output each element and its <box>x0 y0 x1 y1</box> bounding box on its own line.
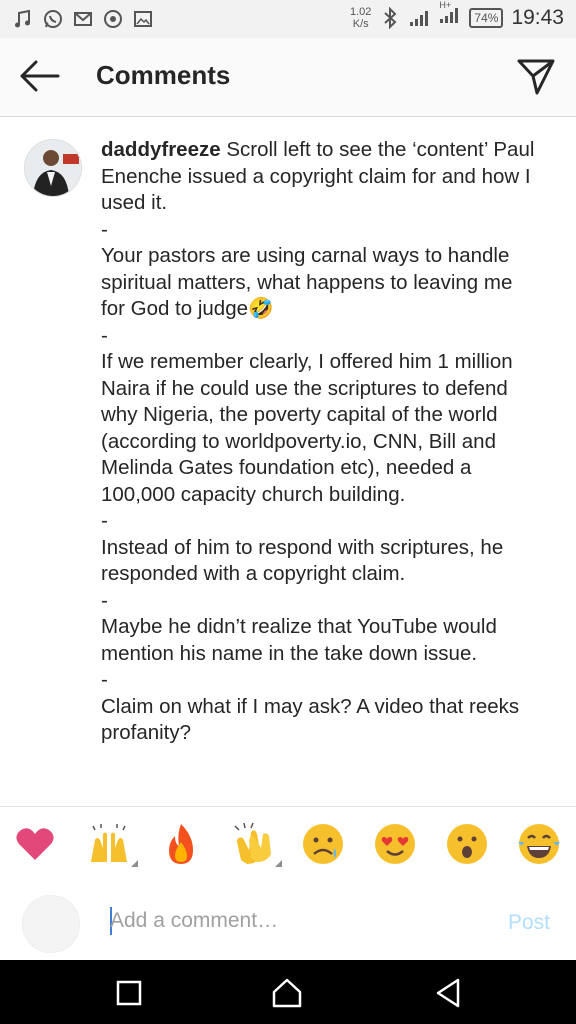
page-title: Comments <box>96 60 231 90</box>
bluetooth-icon <box>379 7 401 29</box>
recent-apps-button[interactable] <box>112 976 146 1010</box>
avatar[interactable] <box>24 139 82 197</box>
comment-username[interactable]: daddyfreeze <box>101 138 221 161</box>
comment-separator: - <box>101 217 108 241</box>
image-icon <box>132 8 154 30</box>
skin-tone-indicator <box>275 860 282 867</box>
direct-send-icon <box>517 59 555 95</box>
heart-eyes-shape <box>375 824 415 864</box>
comment-composer: Add a comment… Post <box>0 883 576 960</box>
mobile-data-indicator: H+ <box>439 0 461 30</box>
avatar-image <box>25 140 81 196</box>
gmail-icon <box>72 8 94 30</box>
comment-text: Instead of him to respond with scripture… <box>101 535 504 586</box>
network-type: H+ <box>439 0 452 10</box>
comment-item: daddyfreeze Scroll left to see the ‘cont… <box>0 117 576 807</box>
quick-reaction-bar <box>0 806 576 884</box>
surprised-face-icon[interactable] <box>442 819 492 869</box>
comment-text: Maybe he didn’t realize that YouTube wou… <box>101 615 497 665</box>
system-navigation-bar <box>0 960 576 1024</box>
comment-text: Claim on what if I may ask? A video that… <box>101 694 520 745</box>
home-icon <box>272 978 302 1008</box>
network-speed-value: 1.02 <box>349 6 372 18</box>
sad-face-shape <box>303 824 343 864</box>
sad-face-icon[interactable] <box>298 819 348 869</box>
comment-text: If we remember clearly, I offered him 1 … <box>101 350 513 506</box>
back-nav-button[interactable] <box>432 976 466 1010</box>
music-note-icon <box>12 8 34 30</box>
battery-indicator: 74% <box>469 8 504 28</box>
post-button[interactable]: Post <box>508 911 550 935</box>
notification-icons <box>12 8 154 30</box>
status-bar: 1.02 K/s H+ 74% 19:43 <box>0 0 576 38</box>
heart-icon[interactable] <box>10 819 60 869</box>
comment-body: daddyfreeze Scroll left to see the ‘cont… <box>101 137 541 747</box>
laughing-face-icon[interactable] <box>514 819 564 869</box>
comment-text: Your pastors are using carnal ways to ha… <box>101 244 513 320</box>
back-arrow-icon <box>20 60 60 92</box>
comment-paragraph-1: daddyfreeze Scroll left to see the ‘cont… <box>101 137 541 217</box>
comment-separator: - <box>101 588 108 612</box>
laughing-face-shape <box>518 824 560 864</box>
surprised-face-shape <box>447 824 487 864</box>
clapping-hands-icon[interactable] <box>228 819 282 869</box>
network-speed: 1.02 K/s <box>350 6 371 30</box>
network-speed-unit: K/s <box>352 18 369 30</box>
comment-separator: - <box>101 509 108 532</box>
triangle-back-icon <box>436 978 460 1008</box>
raising-hands-shape <box>91 824 127 862</box>
home-button[interactable] <box>270 976 304 1010</box>
current-user-avatar <box>22 895 80 953</box>
system-indicators: 1.02 K/s H+ 74% 19:43 <box>350 0 564 30</box>
whatsapp-icon <box>42 8 64 30</box>
share-button[interactable] <box>516 56 556 96</box>
back-button[interactable] <box>18 56 62 96</box>
square-icon <box>116 980 142 1006</box>
raising-hands-icon[interactable] <box>84 819 138 869</box>
skin-tone-indicator <box>131 860 138 867</box>
comment-separator: - <box>101 323 108 347</box>
comment-input[interactable]: Add a comment… <box>110 909 278 933</box>
fire-icon[interactable] <box>156 819 206 869</box>
clapping-hands-shape <box>234 822 271 864</box>
app-header: Comments <box>0 38 576 117</box>
heart-eyes-icon[interactable] <box>370 819 420 869</box>
clock: 19:43 <box>511 6 564 29</box>
heart-shape <box>16 828 54 860</box>
signal-icon <box>409 7 431 29</box>
fire-shape <box>169 824 193 864</box>
chrome-icon <box>102 8 124 30</box>
comment-separator: - <box>101 668 108 691</box>
